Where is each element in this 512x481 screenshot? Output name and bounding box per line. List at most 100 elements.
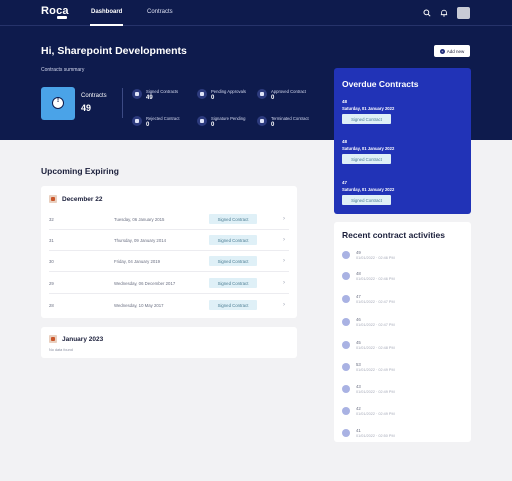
month-header: December 22 xyxy=(49,195,102,203)
chevron-right-icon[interactable]: › xyxy=(283,216,285,222)
tab-dashboard[interactable]: Dashboard xyxy=(91,9,122,15)
status-badge: Signed Contract xyxy=(209,300,257,310)
table-row[interactable]: 32 Tuesday, 06 January 2015 Signed Contr… xyxy=(49,210,289,230)
calendar-icon xyxy=(49,335,57,343)
contracts-label: Contracts xyxy=(81,93,107,99)
activity-dot-icon xyxy=(342,251,350,259)
activity-id: 48 xyxy=(356,271,361,276)
activity-timestamp: 01/01/2022 · 02:46 PM xyxy=(356,256,395,260)
row-id: 29 xyxy=(49,281,54,286)
stat-label: Pending Approvals xyxy=(211,89,246,94)
row-id: 32 xyxy=(49,217,54,222)
stat-value: 0 xyxy=(146,122,150,128)
activity-dot-icon xyxy=(342,318,350,326)
reject-icon xyxy=(132,116,142,126)
stat-label: Approved Contract xyxy=(271,89,306,94)
logo-underline xyxy=(57,16,67,19)
row-date: Wednesday, 10 May 2017 xyxy=(114,303,164,308)
chevron-right-icon[interactable]: › xyxy=(283,280,285,286)
row-id: 30 xyxy=(49,259,54,264)
activity-timestamp: 01/01/2022 · 02:47 PM xyxy=(356,323,395,327)
status-badge: Signed Contract xyxy=(209,214,257,224)
calendar-icon xyxy=(49,195,57,203)
overdue-item[interactable]: 48 Saturday, 01 January 2022 Signed Cont… xyxy=(342,99,394,124)
summary-divider xyxy=(122,88,123,118)
add-new-button[interactable]: + Add new xyxy=(434,45,470,57)
activity-timestamp: 01/01/2022 · 02:48 PM xyxy=(356,346,395,350)
chevron-right-icon[interactable]: › xyxy=(283,237,285,243)
activity-id: 53 xyxy=(356,362,361,367)
recent-activities-panel: Recent contract activities 49 01/01/2022… xyxy=(334,222,471,442)
activity-timestamp: 01/01/2022 · 02:49 PM xyxy=(356,412,395,416)
alert-icon xyxy=(52,97,64,109)
chevron-right-icon[interactable]: › xyxy=(283,258,285,264)
activity-dot-icon xyxy=(342,407,350,415)
row-date: Tuesday, 06 January 2015 xyxy=(114,217,165,222)
status-badge: Signed Contract xyxy=(342,195,391,205)
overdue-date: Saturday, 01 January 2022 xyxy=(342,146,395,151)
table-row[interactable]: 30 Friday, 04 January 2019 Signed Contra… xyxy=(49,252,289,272)
active-tab-indicator xyxy=(90,24,123,26)
status-badge: Signed Contract xyxy=(342,154,391,164)
overdue-id: 48 xyxy=(342,99,348,104)
month-card-january: January 2023 No data found xyxy=(41,327,297,358)
activity-id: 42 xyxy=(356,406,361,411)
user-avatar[interactable] xyxy=(457,7,470,19)
approve-icon xyxy=(257,89,267,99)
activity-id: 49 xyxy=(356,250,361,255)
row-date: Thursday, 09 January 2014 xyxy=(114,238,166,243)
activity-timestamp: 01/01/2022 · 02:50 PM xyxy=(356,434,395,438)
overdue-item[interactable]: 47 Saturday, 01 January 2022 Signed Cont… xyxy=(342,180,394,205)
recent-title: Recent contract activities xyxy=(342,230,445,240)
activity-dot-icon xyxy=(342,363,350,371)
table-row[interactable]: 31 Thursday, 09 January 2014 Signed Cont… xyxy=(49,231,289,251)
status-badge: Signed Contract xyxy=(209,278,257,288)
contracts-tile[interactable] xyxy=(41,87,75,120)
contracts-count: 49 xyxy=(81,103,92,113)
chevron-right-icon[interactable]: › xyxy=(283,302,285,308)
activity-id: 41 xyxy=(356,428,361,433)
row-id: 31 xyxy=(49,238,54,243)
activity-dot-icon xyxy=(342,272,350,280)
status-badge: Signed Contract xyxy=(209,235,257,245)
pending-doc-icon xyxy=(197,116,207,126)
stat-value: 0 xyxy=(271,95,275,101)
table-row[interactable]: 28 Wednesday, 10 May 2017 Signed Contrac… xyxy=(49,296,289,316)
activity-dot-icon xyxy=(342,295,350,303)
plus-icon: + xyxy=(439,48,445,54)
activity-timestamp: 01/01/2022 · 02:49 PM xyxy=(356,368,395,372)
signature-icon xyxy=(132,89,142,99)
activity-dot-icon xyxy=(342,429,350,437)
add-new-label: Add new xyxy=(446,48,465,54)
overdue-id: 47 xyxy=(342,180,348,185)
overdue-contracts-panel: Overdue Contracts 48 Saturday, 01 Januar… xyxy=(334,68,471,214)
month-label: January 2023 xyxy=(62,335,104,343)
month-label: December 22 xyxy=(62,195,103,203)
overdue-item[interactable]: 48 Saturday, 01 January 2022 Signed Cont… xyxy=(342,139,394,164)
status-badge: Signed Contract xyxy=(209,256,257,266)
stat-value: 0 xyxy=(211,122,215,128)
activity-id: 43 xyxy=(356,384,361,389)
table-row[interactable]: 29 Wednesday, 06 December 2017 Signed Co… xyxy=(49,274,289,294)
stat-value: 49 xyxy=(146,95,153,101)
activity-dot-icon xyxy=(342,341,350,349)
row-date: Wednesday, 06 December 2017 xyxy=(114,281,176,286)
activity-id: 45 xyxy=(356,340,361,345)
tab-contracts[interactable]: Contracts xyxy=(147,9,173,15)
terminate-icon xyxy=(257,116,267,126)
stat-value: 0 xyxy=(271,122,275,128)
overdue-date: Saturday, 01 January 2022 xyxy=(342,187,395,192)
bell-icon[interactable] xyxy=(440,9,448,17)
stat-value: 0 xyxy=(211,95,215,101)
top-navigation: Roca Dashboard Contracts xyxy=(0,0,512,26)
month-card-december: December 22 32 Tuesday, 06 January 2015 … xyxy=(41,186,297,318)
stat-label: Terminated Contract xyxy=(271,116,309,121)
stat-label: Signature Pending xyxy=(211,116,246,121)
page-subtitle: Contracts summary xyxy=(41,67,85,73)
status-badge: Signed Contract xyxy=(342,114,391,124)
upcoming-title: Upcoming Expiring xyxy=(41,166,119,176)
search-icon[interactable] xyxy=(423,9,431,17)
overdue-date: Saturday, 01 January 2022 xyxy=(342,106,395,111)
greeting-prefix: Hi, xyxy=(41,45,58,57)
stat-label: Signed Contracts xyxy=(146,89,179,94)
